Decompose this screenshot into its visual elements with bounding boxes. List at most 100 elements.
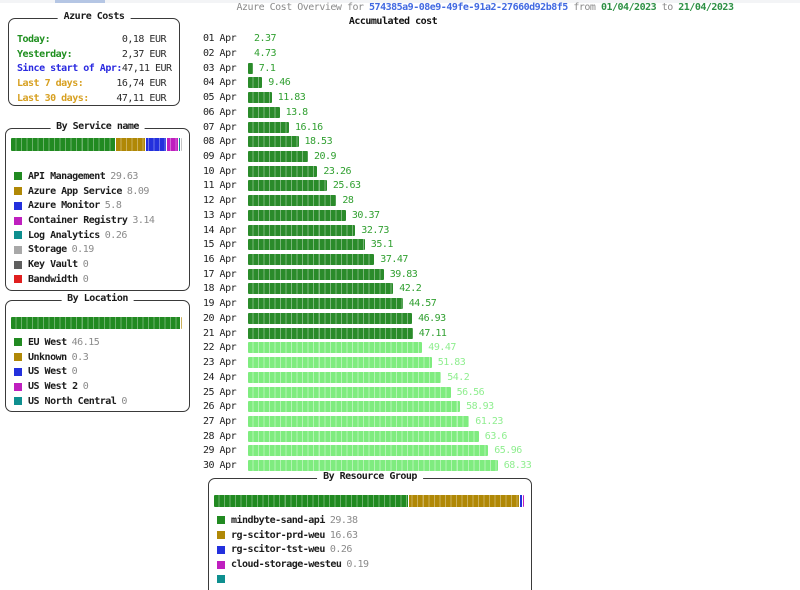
chart-row: 13 Apr30.37 — [203, 208, 380, 223]
chart-row-label: 13 Apr — [203, 210, 248, 221]
chart-value: 44.57 — [409, 298, 437, 309]
chart-bar — [248, 254, 374, 265]
legend-item: Storage 0.19 — [14, 243, 94, 258]
legend-value: 0.26 — [330, 544, 352, 555]
chart-row-label: 23 Apr — [203, 357, 248, 368]
chart-value: 16.16 — [295, 122, 323, 133]
chart-bar — [248, 166, 317, 177]
cost-row-value: 16,74 EUR — [116, 78, 166, 89]
chart-row-label: 06 Apr — [203, 107, 248, 118]
chart-bar — [248, 195, 336, 206]
cost-row-label: Last 7 days: — [17, 78, 83, 89]
chart-row-label: 10 Apr — [203, 166, 248, 177]
legend-label: API Management — [28, 171, 105, 182]
cost-row-value: 0,18 EUR — [122, 34, 166, 45]
legend-label: Bandwidth — [28, 274, 78, 285]
chart-value: 63.6 — [485, 431, 507, 442]
legend-label: US West — [28, 366, 67, 377]
chart-value: 2.37 — [254, 33, 276, 44]
chart-bar — [248, 416, 469, 427]
chart-row: 07 Apr16.16 — [203, 120, 323, 135]
legend-value: 46.15 — [72, 337, 100, 348]
service-breakdown-bar — [11, 138, 182, 151]
legend-item: Key Vault0 — [14, 257, 88, 272]
chart-row-label: 08 Apr — [203, 136, 248, 147]
cost-row: Today:0,18 EUR — [17, 32, 166, 47]
legend-swatch — [14, 261, 22, 269]
legend-swatch — [14, 397, 22, 405]
header-title: Azure Cost Overview — [237, 2, 342, 13]
chart-value: 47.11 — [419, 328, 447, 339]
legend-value: 0 — [121, 396, 127, 407]
chart-value: 32.73 — [361, 225, 389, 236]
chart-row-label: 25 Apr — [203, 387, 248, 398]
chart-value: 35.1 — [371, 239, 393, 250]
chart-bar — [248, 239, 365, 250]
resource-group-breakdown-bar — [214, 495, 524, 507]
chart-bar — [248, 269, 384, 280]
chart-value: 42.2 — [399, 283, 421, 294]
cost-row-label: Since start of Apr: — [17, 63, 122, 74]
chart-row: 25 Apr56.56 — [203, 385, 484, 400]
legend-item: Log Analytics0.26 — [14, 228, 127, 243]
chart-value: 68.33 — [504, 460, 532, 471]
legend-label: cloud-storage-westeu — [231, 559, 341, 570]
chart-value: 61.23 — [475, 416, 503, 427]
chart-row: 18 Apr42.2 — [203, 282, 421, 297]
legend-item: cloud-storage-westeu0.19 — [217, 557, 369, 572]
chart-row: 06 Apr 13.8 — [203, 105, 308, 120]
cost-row-value: 2,37 EUR — [122, 49, 166, 60]
chart-row: 15 Apr35.1 — [203, 237, 393, 252]
chart-row: 23 Apr51.83 — [203, 355, 465, 370]
chart-value: 39.83 — [390, 269, 418, 280]
legend-swatch — [217, 575, 225, 583]
chart-row-label: 26 Apr — [203, 401, 248, 412]
azure-costs-panel-title: Azure Costs — [58, 11, 131, 22]
legend-item: US West0 — [14, 364, 77, 379]
chart-row-label: 01 Apr — [203, 33, 248, 44]
legend-label: mindbyte-sand-api — [231, 515, 325, 526]
legend-value: 16.63 — [330, 530, 358, 541]
by-location-panel: By Location EU West46.15Unknown0.3US Wes… — [5, 300, 190, 412]
legend-label: rg-scitor-tst-weu — [231, 544, 325, 555]
legend-item: Azure App Service8.09 — [14, 184, 149, 199]
chart-row-label: 20 Apr — [203, 313, 248, 324]
cost-row: Last 7 days: 16,74 EUR — [17, 76, 166, 91]
chart-row-label: 17 Apr — [203, 269, 248, 280]
chart-row-label: 09 Apr — [203, 151, 248, 162]
legend-swatch — [14, 217, 22, 225]
chart-row-label: 24 Apr — [203, 372, 248, 383]
legend-value: 0.19 — [72, 244, 94, 255]
chart-row-label: 22 Apr — [203, 342, 248, 353]
chart-value: 28 — [342, 195, 353, 206]
by-location-panel-title: By Location — [61, 293, 134, 304]
chart-row-label: 16 Apr — [203, 254, 248, 265]
chart-bar — [248, 387, 451, 398]
cost-row: Last 30 days:47,11 EUR — [17, 91, 166, 106]
legend-label: Unknown — [28, 352, 67, 363]
legend-label: US West 2 — [28, 381, 78, 392]
chart-row: 01 Apr 2.37 — [203, 31, 276, 46]
chart-bar — [248, 460, 498, 471]
legend-value: 3.14 — [132, 215, 154, 226]
legend-swatch — [14, 383, 22, 391]
chart-row: 14 Apr32.73 — [203, 223, 389, 238]
legend-swatch — [14, 202, 22, 210]
chart-bar — [248, 401, 460, 412]
chart-value: 4.73 — [254, 48, 276, 59]
legend-label: Log Analytics — [28, 230, 100, 241]
chart-row: 02 Apr4.73 — [203, 46, 276, 61]
chart-row-label: 11 Apr — [203, 180, 248, 191]
chart-value: 20.9 — [314, 151, 336, 162]
legend-item: rg-scitor-prd-weu16.63 — [217, 528, 357, 543]
chart-value: 13.8 — [286, 107, 308, 118]
legend-value: 29.63 — [110, 171, 138, 182]
chart-bar — [248, 283, 393, 294]
cost-row-value: 47,11 EUR — [116, 93, 166, 104]
chart-value: 58.93 — [466, 401, 494, 412]
legend-label: US North Central — [28, 396, 116, 407]
legend-label: Storage — [28, 244, 67, 255]
chart-bar — [248, 431, 479, 442]
date-from: 01/04/2023 — [601, 2, 656, 13]
terminal-screen: Azure Cost Overview for 574385a9-08e9-49… — [0, 0, 800, 590]
